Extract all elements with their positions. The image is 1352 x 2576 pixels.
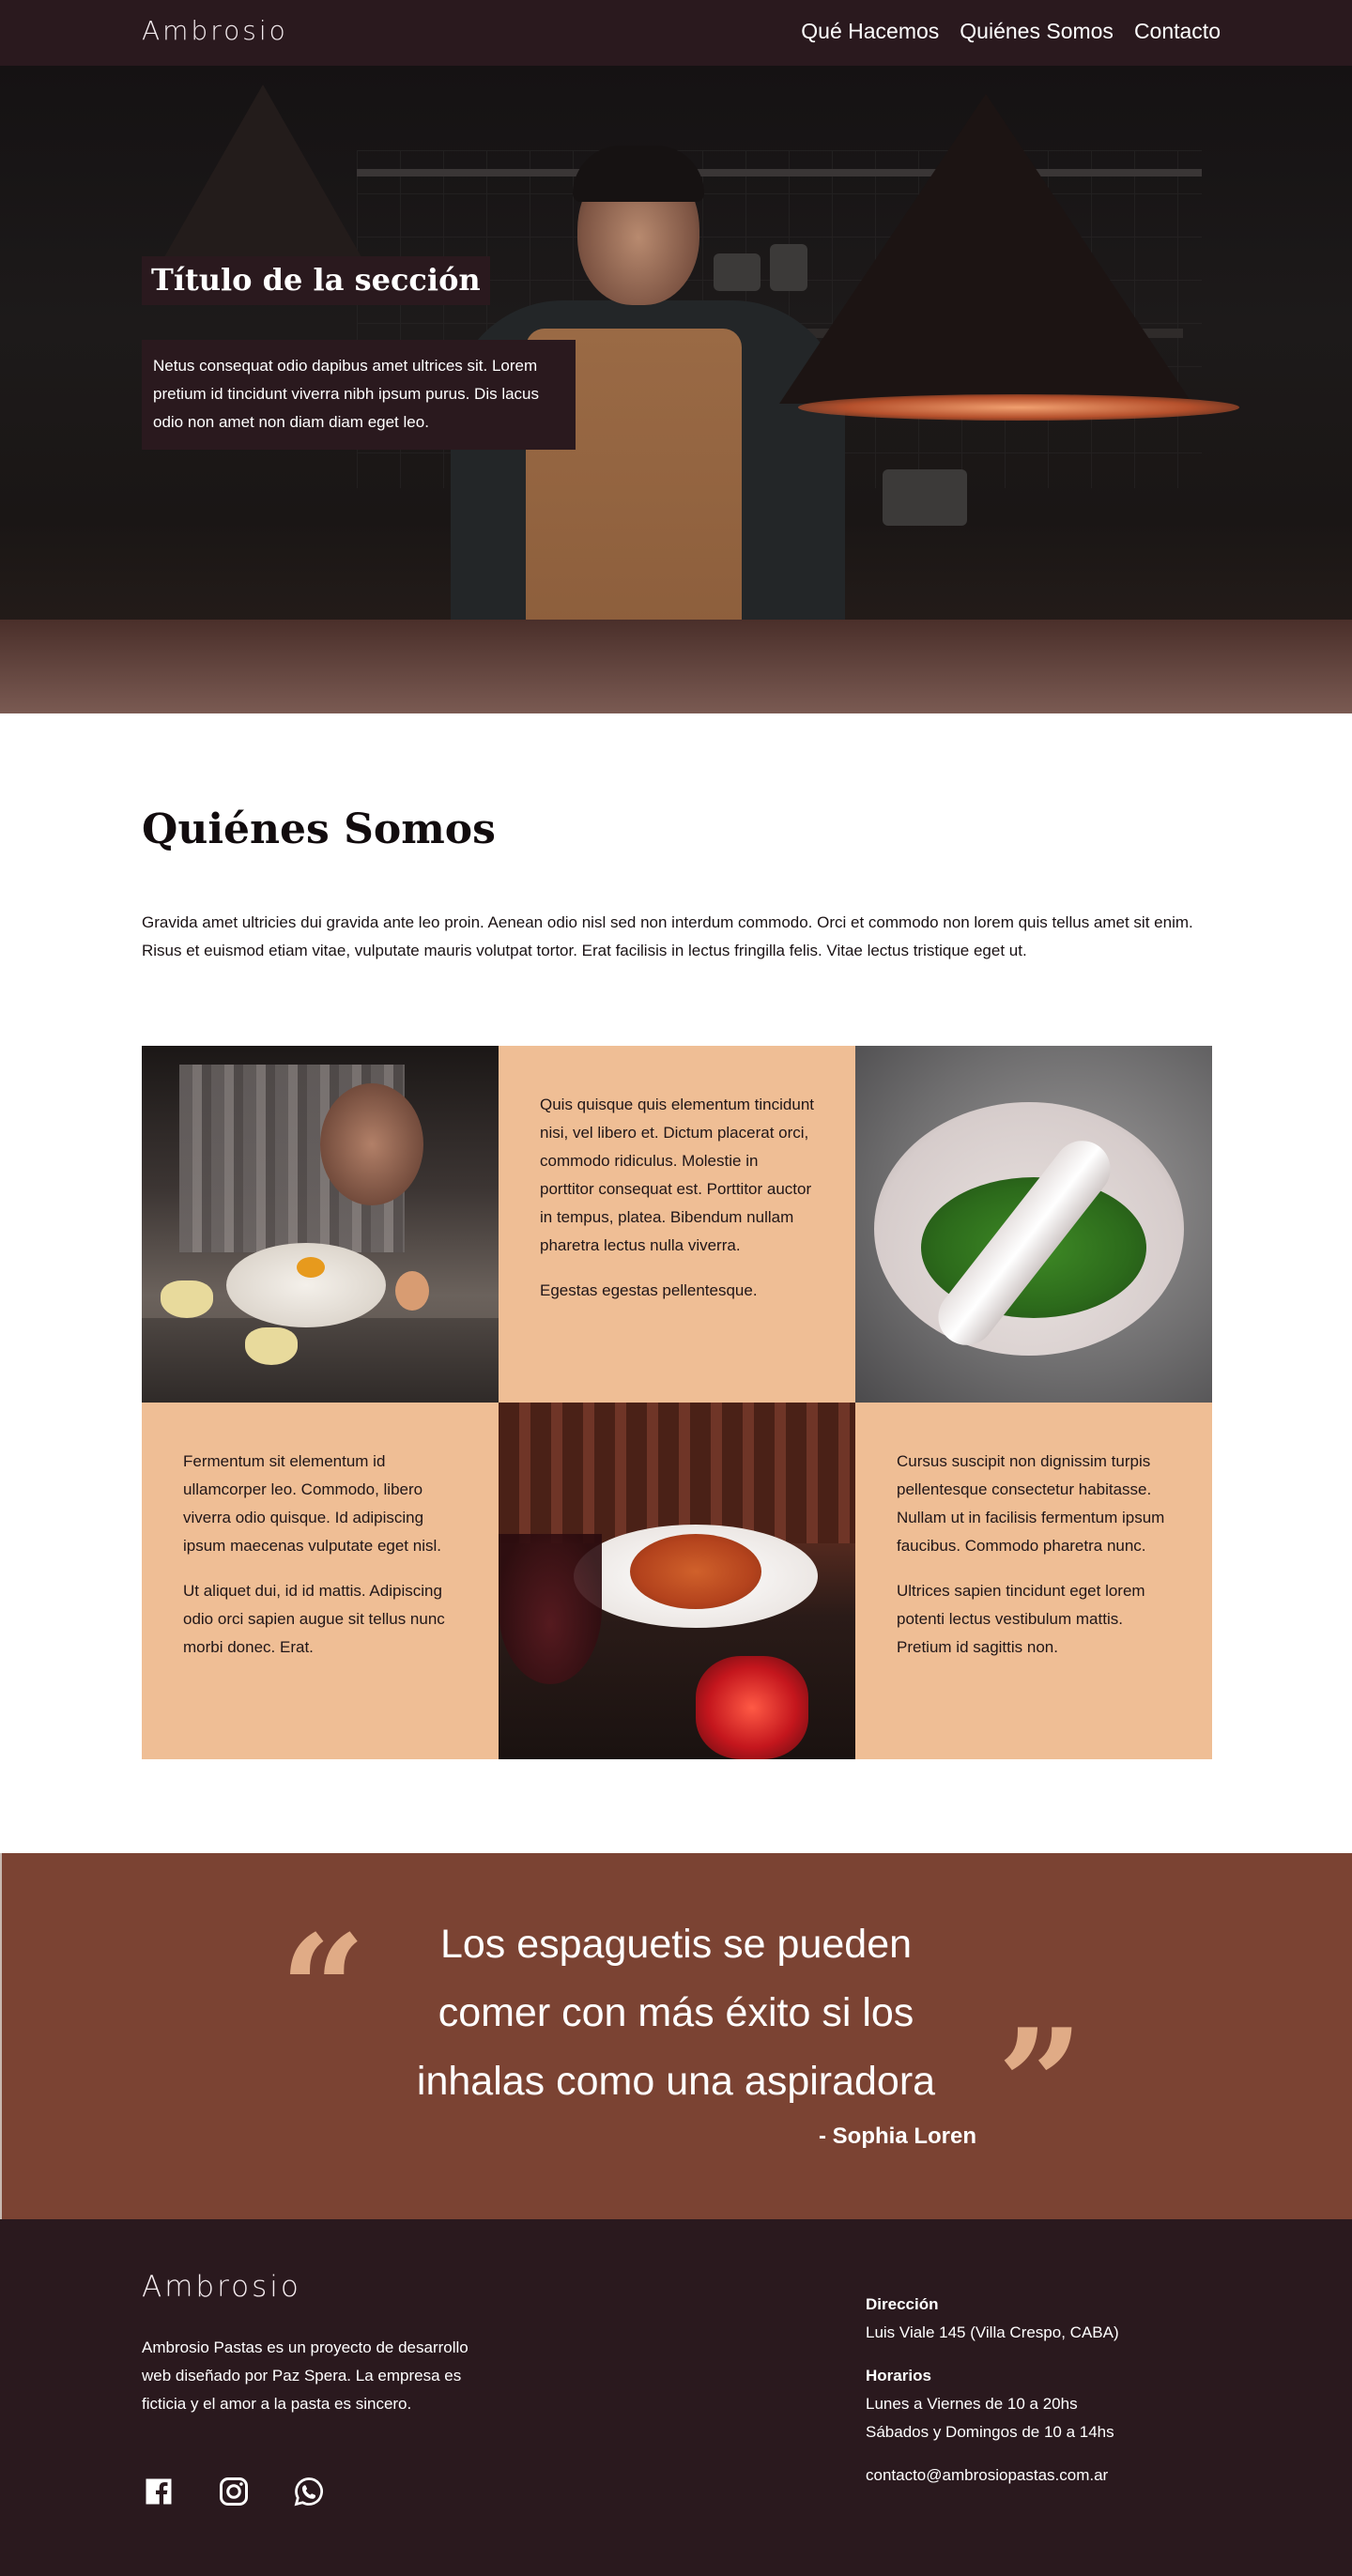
photo-board: [142, 1318, 499, 1403]
photo-ravioli: [245, 1327, 298, 1365]
photo-hand: [320, 1083, 423, 1205]
footer-logo[interactable]: Ambrosio: [142, 2270, 301, 2304]
address-label: Dirección: [866, 2295, 939, 2313]
open-quote-icon: “: [280, 1902, 367, 2078]
hours-weekdays: Lunes a Viernes de 10 a 20hs: [866, 2395, 1078, 2413]
about-grid: Quis quisque quis elementum tincidunt ni…: [142, 1046, 1212, 1759]
card-paragraph: Cursus suscipit non dignissim turpis pel…: [897, 1452, 1165, 1555]
pasta-making-photo: [142, 1046, 499, 1403]
card-paragraph: Ut aliquet dui, id id mattis. Adipiscing…: [183, 1582, 445, 1656]
hours-weekend: Sábados y Domingos de 10 a 14hs: [866, 2423, 1114, 2441]
pesto-mortar-photo: [855, 1046, 1212, 1403]
hero-chef-hair: [573, 146, 704, 202]
about-text: Gravida amet ultricies dui gravida ante …: [142, 913, 1193, 959]
social-links: [142, 2475, 326, 2508]
nav-link-que-hacemos[interactable]: Qué Hacemos: [801, 19, 939, 44]
quote-text: Los espaguetis se pueden comer con más é…: [416, 1922, 936, 2104]
photo-wall-slats: [499, 1403, 855, 1543]
card-paragraph: Ultrices sapien tincidunt eget lorem pot…: [897, 1582, 1145, 1656]
card-paragraph: Quis quisque quis elementum tincidunt ni…: [540, 1096, 814, 1254]
hero-pot: [883, 469, 967, 526]
hero-text: Netus consequat odio dapibus amet ultric…: [153, 357, 540, 431]
card-paragraph: Egestas egestas pellentesque.: [540, 1281, 758, 1299]
photo-ravioli: [161, 1280, 213, 1318]
hero-lamp: [150, 84, 376, 282]
footer-description: Ambrosio Pastas es un proyecto de desarr…: [142, 2338, 469, 2413]
hero-title: Título de la sección: [151, 262, 481, 298]
card-paragraph: Fermentum sit elementum id ullamcorper l…: [183, 1452, 441, 1555]
footer-contact: Dirección Luis Viale 145 (Villa Crespo, …: [866, 2291, 1241, 2490]
spaghetti-dish-photo: [499, 1403, 855, 1759]
contact-email-link[interactable]: contacto@ambrosiopastas.com.ar: [866, 2466, 1108, 2484]
close-quote-icon: ”: [997, 1996, 1084, 2172]
about-text-card-2: Fermentum sit elementum id ullamcorper l…: [142, 1403, 499, 1759]
hero-title-box: Título de la sección: [142, 256, 490, 305]
about-title: Quiénes Somos: [142, 805, 496, 853]
hero-pot: [714, 253, 760, 291]
facebook-icon[interactable]: [142, 2475, 176, 2508]
whatsapp-icon[interactable]: [292, 2475, 326, 2508]
photo-egg: [395, 1271, 429, 1311]
address-value: Luis Viale 145 (Villa Crespo, CABA): [866, 2323, 1119, 2341]
about-text-card-1: Quis quisque quis elementum tincidunt ni…: [499, 1046, 855, 1403]
photo-candle: [696, 1656, 808, 1759]
photo-yolk: [297, 1257, 325, 1278]
quote-author: - Sophia Loren: [819, 2124, 976, 2149]
hero-lamp-glow: [798, 394, 1239, 421]
photo-spaghetti: [630, 1534, 761, 1609]
nav-link-quienes-somos[interactable]: Quiénes Somos: [960, 19, 1114, 44]
top-navbar: Ambrosio Qué Hacemos Quiénes Somos Conta…: [0, 0, 1352, 66]
instagram-icon[interactable]: [217, 2475, 251, 2508]
nav-links: Qué Hacemos Quiénes Somos Contacto: [801, 19, 1221, 44]
nav-link-contacto[interactable]: Contacto: [1134, 19, 1221, 44]
photo-flour: [226, 1243, 386, 1327]
hero-text-box: Netus consequat odio dapibus amet ultric…: [142, 340, 576, 450]
photo-wine-glass: [499, 1534, 602, 1684]
hero-lamp: [779, 94, 1192, 404]
hero-counter: [0, 620, 1352, 713]
site-logo[interactable]: Ambrosio: [142, 15, 288, 46]
hours-label: Horarios: [866, 2367, 931, 2384]
about-text-card-3: Cursus suscipit non dignissim turpis pel…: [855, 1403, 1212, 1759]
